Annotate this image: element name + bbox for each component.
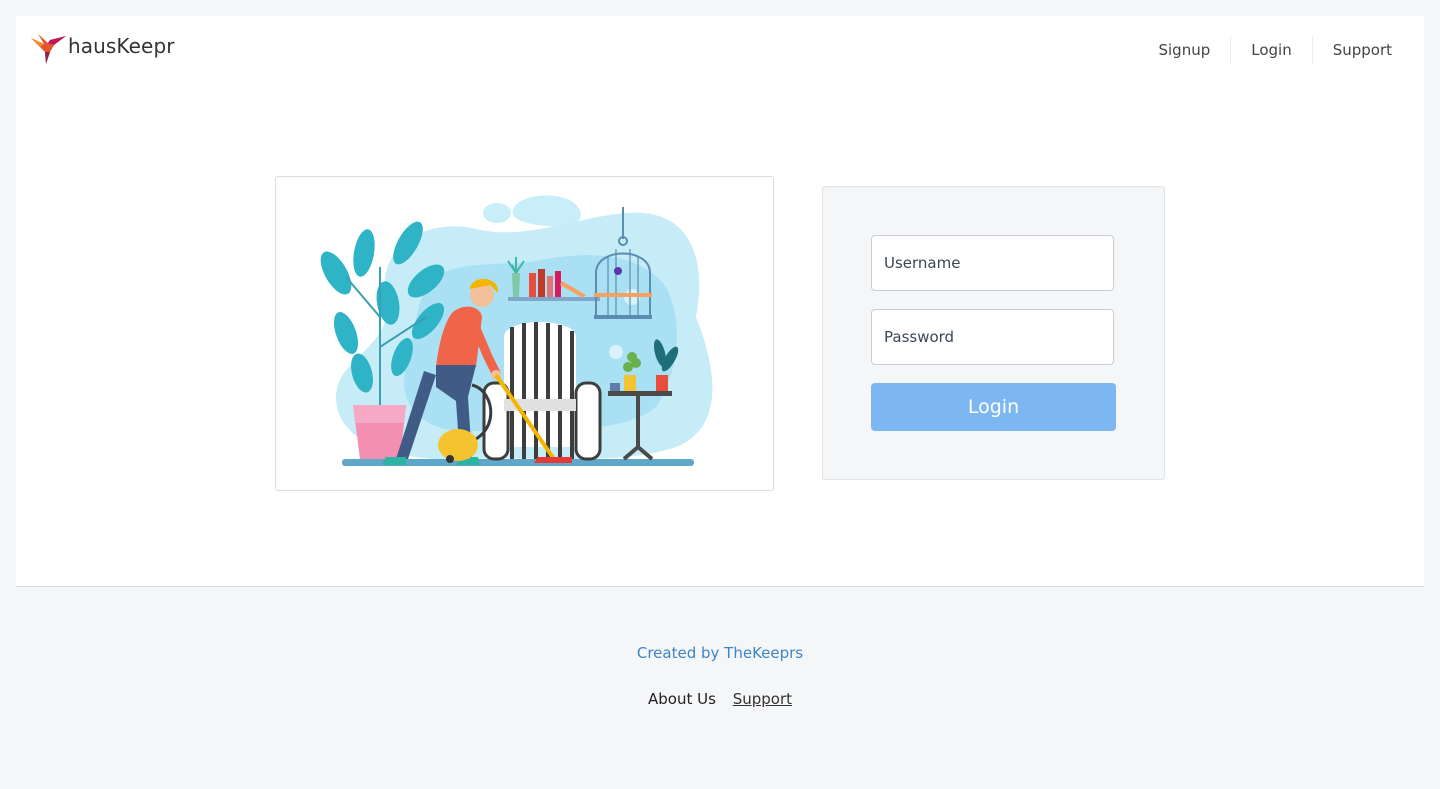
page-container: hausKeepr Signup Login Support Username … <box>16 16 1424 587</box>
person-vacuuming-illustration <box>320 195 713 466</box>
brand-link[interactable]: hausKeepr <box>28 30 175 68</box>
hummingbird-logo-icon <box>31 34 66 64</box>
nav-signup[interactable]: Signup <box>1138 36 1230 64</box>
footer-links: About Us Support <box>0 690 1440 708</box>
footer-about-us-link[interactable]: About Us <box>648 690 716 708</box>
login-button[interactable]: Login <box>871 383 1116 431</box>
top-nav: Signup Login Support <box>1138 36 1412 64</box>
username-input[interactable] <box>871 235 1114 291</box>
illustration-card <box>275 176 774 491</box>
nav-support[interactable]: Support <box>1311 36 1412 64</box>
login-form: Login <box>822 186 1165 480</box>
footer-support-link[interactable]: Support <box>733 690 792 708</box>
password-input[interactable] <box>871 309 1114 365</box>
footer-credit: Created by TheKeeprs <box>636 644 804 662</box>
nav-login[interactable]: Login <box>1230 36 1311 64</box>
brand-name: hausKeepr <box>68 34 175 58</box>
